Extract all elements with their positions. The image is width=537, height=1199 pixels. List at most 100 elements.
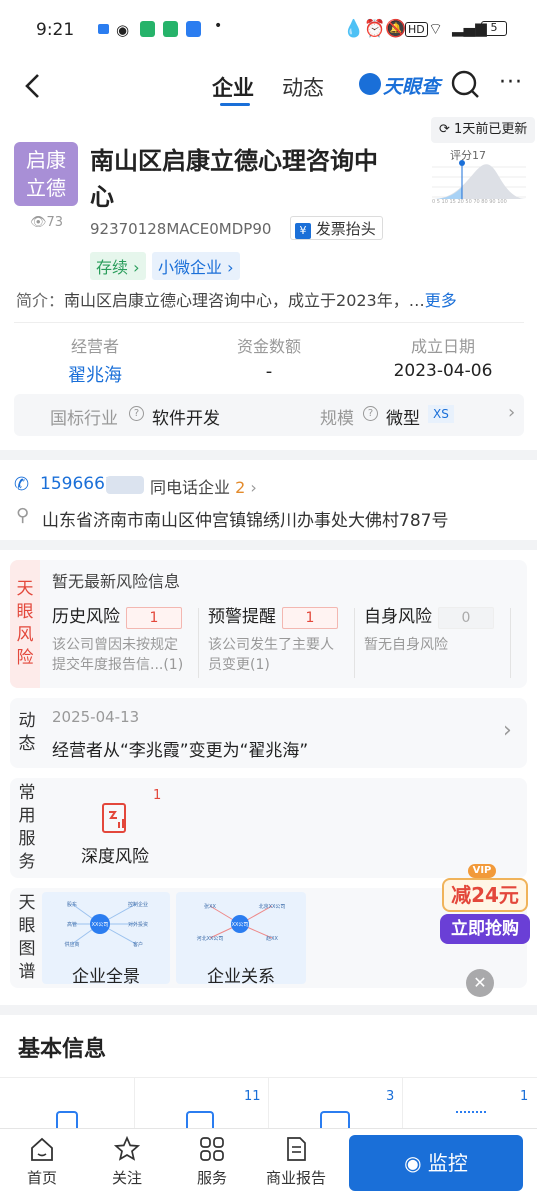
- founded-value: 2023-04-06: [393, 361, 493, 381]
- logo-line-2: 立德: [26, 176, 66, 200]
- svg-text:股东: 股东: [67, 901, 77, 908]
- services-side-label: 常用服务: [18, 783, 36, 872]
- divider: [198, 608, 199, 678]
- tab-company[interactable]: 企业: [212, 72, 254, 102]
- phone-number[interactable]: 1596661: [40, 474, 116, 494]
- dynamic-section[interactable]: 动态 2025-04-13 经营者从“李兆霞”变更为“翟兆海” ›: [10, 698, 527, 768]
- basic-item-icon-4[interactable]: [456, 1111, 486, 1129]
- wifi-icon: ⌔: [428, 19, 444, 38]
- divider: [402, 1077, 403, 1128]
- basic-item-icon-2[interactable]: [186, 1111, 214, 1129]
- screen: { "status": {"time": "9:21", "battery": …: [0, 0, 537, 1199]
- svg-text:客户: 客户: [133, 941, 143, 948]
- svg-text:XX公司: XX公司: [232, 922, 249, 928]
- vip-badge: VIP: [468, 864, 496, 878]
- risk-count: 1: [282, 607, 338, 629]
- vip-cta-button[interactable]: 立即抢购: [440, 914, 530, 944]
- risk-warning[interactable]: 预警提醒 1 该公司发生了主要人 员变更(1): [208, 602, 358, 675]
- tab-home-label: 首页: [26, 1169, 57, 1187]
- tab-follow[interactable]: 关注: [97, 1129, 157, 1188]
- close-promo-icon[interactable]: ✕: [466, 969, 494, 997]
- risk-items: 历史风险 1 该公司曾因未按规定 提交年度报告信...(1) 预警提醒 1 该公司发生…: [52, 602, 527, 682]
- industry-row[interactable]: 国标行业 ? 软件开发 规模 ? 微型 XS ›: [14, 394, 524, 436]
- invoice-button[interactable]: ¥ 发票抬头: [290, 216, 383, 240]
- update-text: 1天前已更新: [454, 122, 528, 137]
- tab-service[interactable]: 服务: [182, 1129, 242, 1188]
- update-badge[interactable]: ⟳ 1天前已更新: [431, 117, 535, 143]
- intro-more-link[interactable]: 更多: [425, 291, 457, 310]
- status-tag-label: 存续: [96, 258, 129, 277]
- dynamic-date: 2025-04-13: [52, 708, 140, 726]
- tab-follow-label: 关注: [111, 1169, 142, 1187]
- founded-label: 成立日期: [410, 337, 475, 356]
- divider: [354, 608, 355, 678]
- refresh-icon: ⟳: [439, 122, 450, 137]
- tab-home[interactable]: 首页: [12, 1129, 72, 1188]
- graph-side-label: 天眼图谱: [18, 893, 36, 982]
- risk-desc: 该公司发生了主要人 员变更(1): [208, 637, 334, 673]
- same-phone-label: 同电话企业: [150, 478, 231, 497]
- risk-history[interactable]: 历史风险 1 该公司曾因未按规定 提交年度报告信...(1): [52, 602, 202, 675]
- monitor-icon: ◉: [404, 1151, 422, 1175]
- relation-graph-card[interactable]: XX公司 张XX 河北XX公司 北京XX公司 赵XX 企业关系: [176, 892, 306, 984]
- basic-item-icon-1[interactable]: [56, 1111, 78, 1129]
- app-icon-1: [140, 21, 155, 37]
- dynamic-text: 经营者从“李兆霞”变更为“翟兆海”: [52, 741, 309, 761]
- top-nav: 企业 动态 天眼查 ···: [0, 60, 537, 115]
- industry-value: 软件开发: [152, 409, 220, 429]
- back-icon[interactable]: [22, 72, 44, 100]
- wechat-icon: ◉: [116, 21, 130, 39]
- report-icon: [287, 1137, 306, 1161]
- search-icon[interactable]: [451, 70, 481, 100]
- scale-label: 规模: [320, 409, 354, 429]
- score-axis: 0 5 10 15 20 50 70 80 90 100: [432, 199, 507, 205]
- same-phone-count: 2: [235, 478, 246, 497]
- address[interactable]: 山东省济南市南山区仲宫镇锦绣川办事处大佛村787号: [42, 506, 448, 531]
- industry-label: 国标行业: [50, 409, 118, 429]
- more-icon[interactable]: ···: [499, 70, 523, 95]
- basic-item-icon-3[interactable]: [320, 1111, 350, 1129]
- tab-report[interactable]: 商业报告: [258, 1129, 334, 1188]
- monitor-button[interactable]: ◉ 监控: [349, 1135, 523, 1191]
- help-icon[interactable]: ?: [129, 406, 144, 421]
- same-phone-link[interactable]: 同电话企业 2 ›: [150, 474, 257, 498]
- scale-value: 微型: [386, 409, 420, 429]
- risk-desc: 暂无自身风险: [364, 637, 448, 653]
- svg-text:河北XX公司: 河北XX公司: [197, 935, 224, 942]
- divider: [134, 1077, 135, 1128]
- svg-text:供应商: 供应商: [64, 941, 79, 948]
- operator-fact[interactable]: 经营者 翟兆海: [40, 333, 150, 387]
- deep-risk-count: 1: [153, 788, 162, 803]
- location-icon: ⚲: [16, 505, 30, 526]
- risk-self[interactable]: 自身风险 0 暂无自身风险: [364, 602, 514, 655]
- operator-value[interactable]: 翟兆海: [40, 361, 150, 387]
- size-tag[interactable]: 小微企业 ›: [152, 252, 240, 280]
- deep-risk-service[interactable]: 深度风险: [60, 792, 170, 872]
- risk-side: 天眼风险: [10, 560, 40, 688]
- intro-row[interactable]: 简介：南山区启康立德心理咨询中心，成立于2023年，…更多: [16, 287, 526, 311]
- capital-fact: 资金数额 -: [214, 333, 324, 382]
- status-bar: 9:21 ◉ • 💧⏰🔕 HD ⌔ ▂▄▆ 5: [0, 0, 537, 60]
- operator-label: 经营者: [70, 337, 119, 356]
- relation-diagram: XX公司 张XX 河北XX公司 北京XX公司 赵XX: [197, 903, 286, 942]
- credit-code: 92370128MACE0MDP90: [90, 220, 272, 238]
- panorama-graph-card[interactable]: XX公司 股东 高管 供应商 控制企业 对外投资 客户 企业全景: [42, 892, 170, 984]
- monitor-label: 监控: [427, 1151, 468, 1175]
- status-tag[interactable]: 存续 ›: [90, 252, 146, 280]
- status-time: 9:21: [36, 20, 75, 40]
- scale-badge: XS: [428, 405, 454, 423]
- risk-section[interactable]: 天眼风险 暂无最新风险信息 历史风险 1 该公司曾因未按规定 提交年度报告信...(…: [10, 560, 527, 688]
- basic-count-2: 3: [386, 1089, 395, 1104]
- intro-label: 简介：: [16, 291, 65, 310]
- app-icon-2: [163, 21, 178, 37]
- vip-promo[interactable]: VIP 减24元 立即抢购: [438, 860, 532, 952]
- scale-help-icon[interactable]: ?: [363, 406, 378, 421]
- dynamic-side-label: 动态: [18, 711, 36, 754]
- chevron-right-icon: ›: [508, 402, 516, 423]
- intro-text: 南山区启康立德心理咨询中心，成立于2023年，…: [64, 291, 425, 310]
- home-icon: [31, 1137, 53, 1161]
- basic-count-1: 11: [244, 1089, 261, 1104]
- score-chart[interactable]: 评分17 0 5 10 15 20 50 70 80 90 100: [432, 147, 526, 211]
- tab-news[interactable]: 动态: [282, 72, 324, 102]
- phone-icon[interactable]: ✆: [14, 474, 29, 495]
